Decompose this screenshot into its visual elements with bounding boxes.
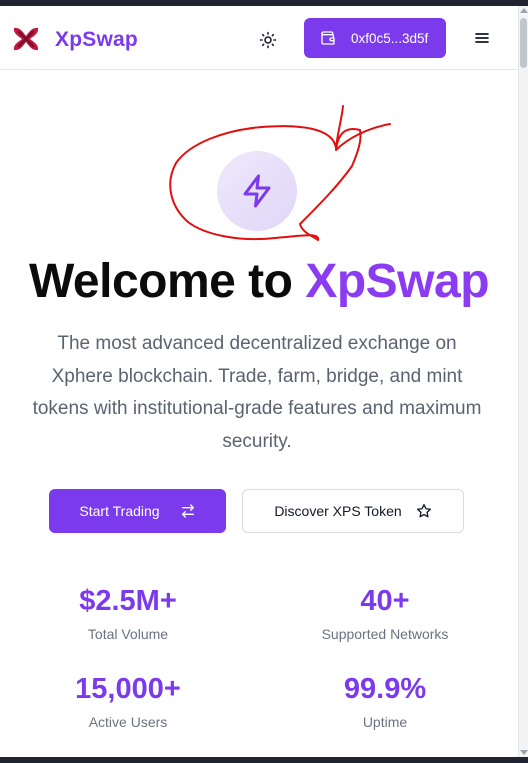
swap-arrows-icon [181, 504, 194, 518]
stat-label: Total Volume [87, 626, 169, 642]
hamburger-menu-icon [475, 33, 489, 43]
xpswap-logo-icon[interactable] [10, 23, 42, 55]
sun-icon [259, 31, 277, 49]
hero-description: The most advanced decentralized exchange… [32, 333, 482, 452]
hero-title: Welcome to XpSwap [0, 254, 518, 309]
start-trading-label: Start Trading [79, 503, 160, 519]
stat-value: 40+ [360, 585, 410, 617]
scroll-down-arrow-icon[interactable] [520, 750, 528, 755]
hero-icon-badge [217, 151, 297, 231]
vertical-scrollbar[interactable] [518, 6, 528, 757]
menu-button[interactable] [470, 26, 494, 50]
wallet-address: 0xf0c5...3d5f [351, 30, 429, 46]
brand-name[interactable]: XpSwap [55, 28, 138, 52]
star-icon [416, 504, 431, 518]
discover-xps-token-label: Discover XPS Token [274, 503, 402, 519]
wallet-icon [321, 31, 335, 45]
stat-value: $2.5M+ [79, 585, 177, 617]
stat-label: Active Users [88, 714, 168, 730]
discover-xps-token-button[interactable]: Discover XPS Token [242, 489, 464, 533]
scroll-up-arrow-icon[interactable] [520, 8, 528, 13]
window-bottom-strip [0, 757, 528, 763]
stat-value: 15,000+ [75, 673, 181, 705]
stat-active-users: 15,000+ Active Users [13, 673, 243, 730]
stat-total-volume: $2.5M+ Total Volume [13, 585, 243, 642]
stat-value: 99.9% [343, 673, 427, 705]
scrollbar-thumb[interactable] [520, 18, 527, 68]
lightning-bolt-icon [243, 174, 271, 208]
stat-uptime: 99.9% Uptime [270, 673, 500, 730]
stat-label: Uptime [362, 714, 408, 730]
top-navbar: XpSwap 0xf0c5...3d5f [0, 6, 518, 70]
stat-label: Supported Networks [321, 626, 449, 642]
stat-supported-networks: 40+ Supported Networks [270, 585, 500, 642]
hero-title-accent: XpSwap [305, 255, 490, 308]
theme-toggle-button[interactable] [254, 26, 282, 54]
hero-title-prefix: Welcome to [28, 255, 306, 308]
start-trading-button[interactable]: Start Trading [49, 489, 226, 533]
wallet-address-button[interactable]: 0xf0c5...3d5f [304, 18, 446, 58]
